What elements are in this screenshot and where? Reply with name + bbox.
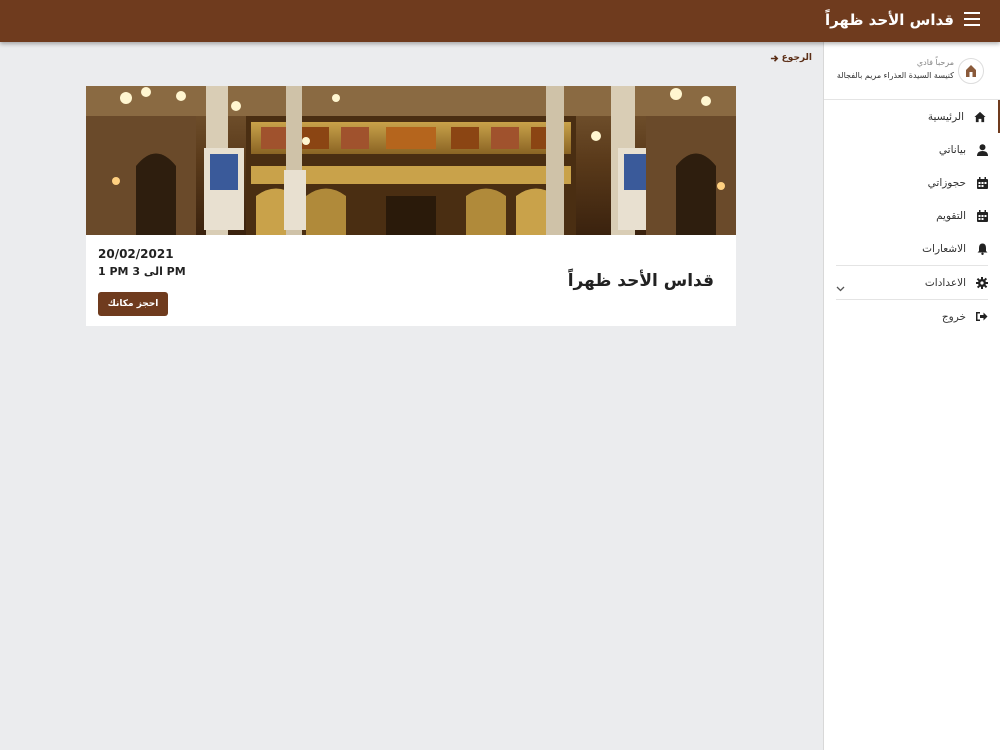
church-avatar-icon (958, 58, 984, 84)
sidebar-item-calendar[interactable]: التقويم (824, 199, 1000, 232)
event-title: قداس الأحد ظهراً (567, 271, 714, 291)
chevron-down-icon[interactable] (836, 277, 845, 296)
user-icon (976, 143, 988, 156)
sidebar-item-label: خروج (941, 310, 966, 323)
sidebar-item-bookings[interactable]: حجوزاتي (824, 166, 1000, 199)
home-icon (974, 111, 986, 123)
sidebar-item-label: بياناتي (938, 143, 966, 156)
sidebar-item-label: التقويم (936, 209, 966, 222)
event-time: 1 PM الى 3 PM (98, 265, 186, 278)
sidebar-item-label: الاعدادات (924, 276, 966, 289)
arrow-right-icon (770, 54, 779, 62)
back-link[interactable]: الرجوع (770, 53, 812, 63)
gear-icon (976, 276, 988, 289)
bell-icon (976, 243, 988, 255)
church-iconostasis-image (86, 86, 736, 235)
greeting-text: مرحباً فادي (916, 58, 954, 67)
book-seat-button[interactable]: احجز مكانك (98, 292, 168, 316)
sidebar-item-label: حجوزاتي (927, 176, 966, 189)
event-card: قداس الأحد ظهراً 20/02/2021 1 PM الى 3 P… (86, 86, 736, 326)
hamburger-menu-icon[interactable] (964, 12, 980, 28)
sidebar-item-label: الاشعارات (922, 242, 966, 255)
back-label: الرجوع (781, 53, 812, 63)
sidebar: مرحباً فادي كنيسة السيدة العذراء مريم با… (823, 42, 1000, 750)
sidebar-item-profile[interactable]: بياناتي (824, 133, 1000, 166)
event-banner-image (86, 86, 736, 235)
logout-icon (976, 311, 988, 323)
sidebar-item-label: الرئيسية (927, 110, 964, 123)
church-name: كنيسة السيدة العذراء مريم بالفجالة (836, 71, 954, 80)
sidebar-item-notifications[interactable]: الاشعارات (824, 232, 1000, 265)
user-profile: مرحباً فادي كنيسة السيدة العذراء مريم با… (824, 42, 1000, 100)
event-date: 20/02/2021 (98, 247, 174, 261)
sidebar-item-home[interactable]: الرئيسية (824, 100, 1000, 133)
sidebar-item-logout[interactable]: خروج (824, 300, 1000, 333)
page-title: قداس الأحد ظهراً (824, 11, 954, 29)
calendar-icon (976, 176, 988, 189)
sidebar-item-settings[interactable]: الاعدادات (824, 266, 1000, 299)
calendar-icon (976, 209, 988, 222)
top-app-bar: قداس الأحد ظهراً (0, 0, 1000, 42)
